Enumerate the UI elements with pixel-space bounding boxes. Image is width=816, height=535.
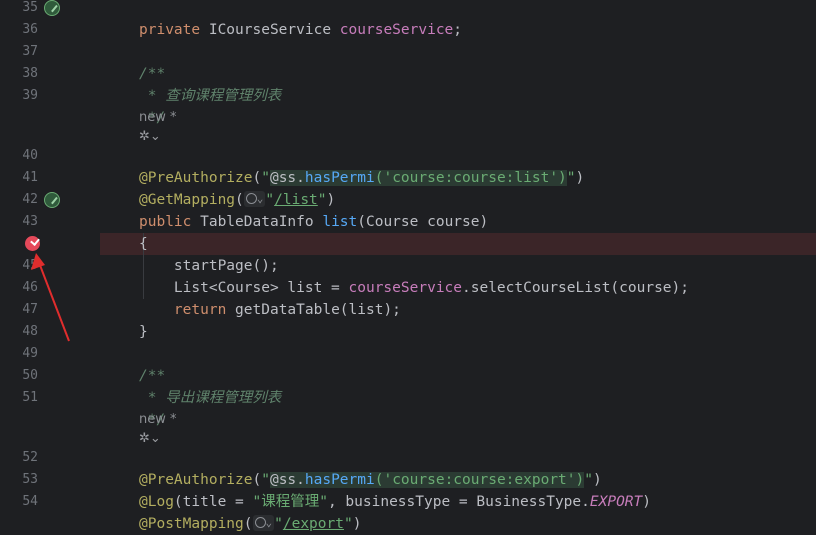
line-number: 38 (22, 66, 38, 81)
code-line-43: { (139, 236, 148, 252)
line-number: 51 (22, 390, 38, 405)
spring-bean-icon[interactable] (44, 0, 60, 16)
spring-endpoint-icon[interactable] (44, 192, 60, 208)
ai-assistant-icon[interactable]: ✲⌄ (139, 129, 161, 144)
code-line-47: } (139, 324, 148, 340)
line-number: 45 (22, 258, 38, 273)
code-line-45: List<Course> list = courseService.select… (139, 280, 689, 296)
code-line-52: @PreAuthorize("@ss.hasPermi('course:cour… (139, 472, 602, 488)
line-number: 35 (22, 0, 38, 15)
code-line-42: public TableDataInfo list(Course course) (139, 214, 489, 230)
line-number: 43 (22, 214, 38, 229)
breakpoint-icon[interactable] (25, 236, 40, 251)
code-line-51: */ (139, 412, 166, 428)
line-number: 47 (22, 302, 38, 317)
code-line-49: /** (139, 368, 166, 384)
line-number: 46 (22, 280, 38, 295)
code-line-39: */ (139, 110, 166, 126)
line-number: 39 (22, 88, 38, 103)
code-line-50: * 导出课程管理列表 (139, 390, 282, 406)
code-line-40: @PreAuthorize("@ss.hasPermi('course:cour… (139, 170, 585, 186)
code-line-53: @Log(title = "课程管理", businessType = Busi… (139, 494, 651, 510)
endpoint-link[interactable]: /export (283, 516, 344, 532)
line-number: 36 (22, 22, 38, 37)
line-number: 37 (22, 44, 38, 59)
line-number: 48 (22, 324, 38, 339)
new-label-hint[interactable]: new * (139, 410, 177, 430)
new-label-hint[interactable]: new * (139, 108, 177, 128)
code-line-46: return getDataTable(list); (139, 302, 401, 318)
line-number: 42 (22, 192, 38, 207)
line-number: 41 (22, 170, 38, 185)
ai-assistant-hint[interactable]: ✲⌄ (139, 127, 161, 147)
ai-assistant-hint[interactable]: ✲⌄ (139, 429, 161, 449)
line-number: 49 (22, 346, 38, 361)
line-number: 53 (22, 472, 38, 487)
code-line-41: @GetMapping(⌄ "/list") (139, 191, 336, 208)
code-line-44: startPage(); (139, 258, 279, 274)
line-number: 54 (22, 494, 38, 509)
line-number: 40 (22, 148, 38, 163)
line-number: 52 (22, 450, 38, 465)
code-line-37: /** (139, 66, 166, 82)
globe-icon (254, 516, 266, 528)
url-inlay[interactable]: ⌄ (252, 515, 275, 531)
code-line-54: @PostMapping(⌄ "/export") (139, 515, 362, 532)
line-number: 50 (22, 368, 38, 383)
ai-assistant-icon[interactable]: ✲⌄ (139, 431, 161, 446)
code-line-35: private ICourseService courseService; (139, 22, 463, 38)
code-line-38: * 查询课程管理列表 (139, 88, 282, 104)
